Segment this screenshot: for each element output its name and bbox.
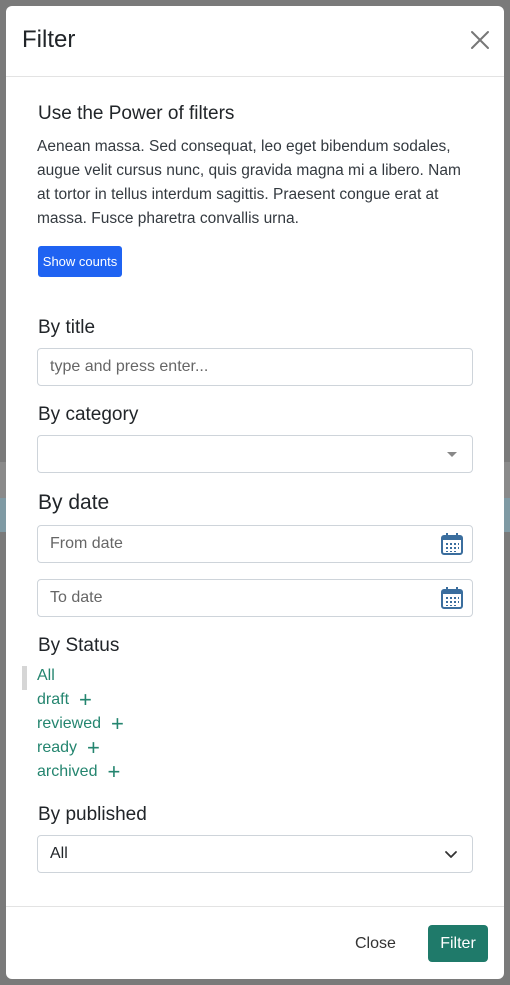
show-counts-button[interactable]: Show counts (38, 246, 122, 277)
by-status-label: By Status (38, 635, 120, 656)
calendar-icon[interactable] (440, 532, 464, 556)
calendar-icon[interactable] (440, 586, 464, 610)
from-date-input[interactable] (38, 526, 472, 562)
by-title-label: By title (38, 317, 96, 338)
status-item-all[interactable]: All (37, 667, 55, 685)
category-select[interactable] (37, 435, 473, 473)
status-item-archived[interactable]: archived + (37, 761, 120, 783)
status-label: All (37, 667, 55, 684)
title-search-field (37, 348, 473, 386)
published-value: All (50, 845, 68, 862)
intro-title: Use the Power of filters (38, 103, 235, 124)
title-search-input[interactable] (38, 349, 472, 385)
by-date-label: By date (38, 491, 110, 514)
by-category-label: By category (38, 404, 139, 425)
to-date-field (37, 579, 473, 617)
plus-icon[interactable]: + (107, 761, 120, 783)
status-label: reviewed (37, 715, 102, 732)
chevron-down-icon (444, 848, 458, 867)
status-active-indicator (22, 666, 27, 690)
to-date-input[interactable] (38, 580, 472, 616)
status-item-draft[interactable]: draft + (37, 689, 92, 711)
status-item-reviewed[interactable]: reviewed + (37, 713, 124, 735)
filter-button[interactable]: Filter (428, 925, 488, 962)
published-select[interactable]: All (37, 835, 473, 873)
filter-modal: Filter Use the Power of filters Aenean m… (6, 6, 504, 979)
from-date-field (37, 525, 473, 563)
status-label: draft (37, 691, 70, 708)
caret-down-icon (447, 452, 457, 457)
plus-icon[interactable]: + (111, 713, 124, 735)
intro-text: Aenean massa. Sed consequat, leo eget bi… (37, 138, 461, 227)
status-label: archived (37, 763, 98, 780)
modal-header: Filter (6, 6, 504, 77)
plus-icon[interactable]: + (79, 689, 92, 711)
close-button[interactable]: Close (355, 935, 396, 953)
status-label: ready (37, 739, 78, 756)
status-item-ready[interactable]: ready + (37, 737, 100, 759)
modal-title: Filter (22, 26, 76, 53)
close-icon[interactable] (470, 30, 490, 50)
by-published-label: By published (38, 804, 147, 825)
modal-footer: Close Filter (6, 906, 504, 979)
plus-icon[interactable]: + (87, 737, 100, 759)
